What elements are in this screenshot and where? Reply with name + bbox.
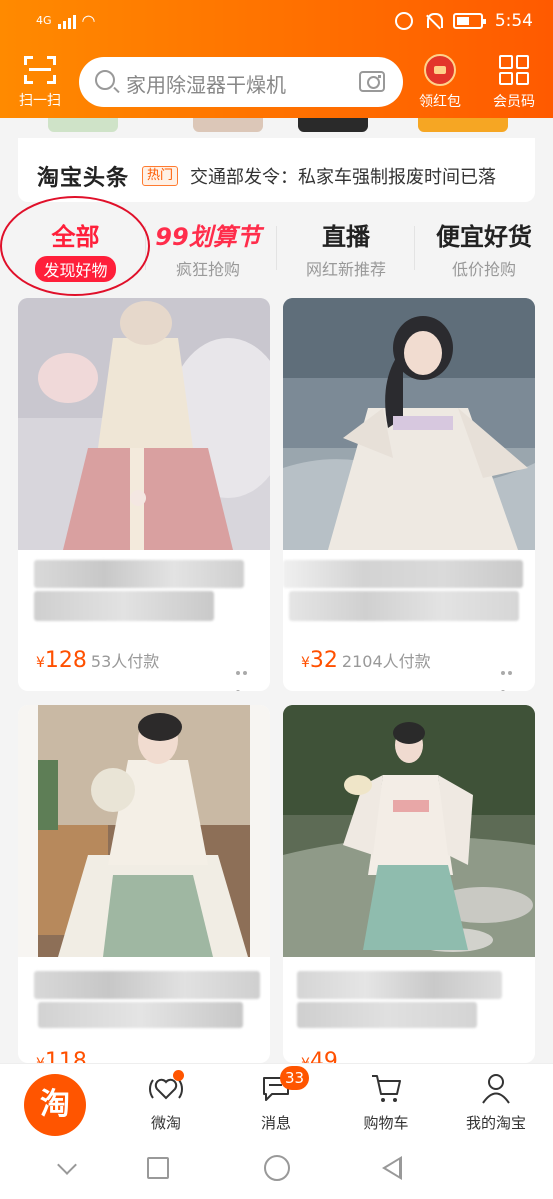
price-value: 128 [44, 648, 87, 673]
price-value: 49 [309, 1049, 338, 1063]
title-blur [283, 560, 523, 588]
product-price: ¥118 [36, 1049, 87, 1063]
product-card[interactable]: ¥118 [18, 705, 270, 1063]
nav-cart[interactable]: 购物车 [341, 1070, 431, 1133]
signal-icon [57, 13, 76, 29]
red-packet-button[interactable]: 领红包 [410, 54, 470, 111]
title-blur [297, 1002, 477, 1028]
battery-icon [452, 13, 486, 29]
recent-apps-icon[interactable] [147, 1157, 169, 1179]
wifi-icon: ◠ [81, 11, 96, 30]
currency: ¥ [36, 655, 45, 671]
red-packet-label: 领红包 [419, 94, 461, 110]
title-blur [34, 591, 214, 621]
currency: ¥ [36, 1056, 45, 1063]
bottom-tab-bar: 淘 微淘 33 消息 购物车 我的淘宝 [0, 1063, 553, 1143]
price-value: 32 [309, 648, 338, 673]
headline-logo: 淘宝头条 [37, 166, 130, 191]
hot-tag: 热门 [142, 166, 179, 186]
tab-99-sale[interactable]: 99划算节 疯狂抢购 [152, 210, 264, 285]
nav-label: 我的淘宝 [465, 1114, 526, 1132]
product-card[interactable]: ¥49 [283, 705, 535, 1063]
tab-title: 便宜好货 [436, 223, 532, 251]
tab-title: 99划算节 [155, 223, 261, 251]
scan-icon [24, 56, 56, 84]
tab-subtitle: 疯狂抢购 [175, 260, 240, 279]
product-price: ¥49 [301, 1049, 338, 1063]
currency: ¥ [301, 1056, 310, 1063]
sold-count: 2104人付款 [341, 652, 431, 671]
nav-label: 微淘 [150, 1114, 181, 1132]
tab-cheap-goods[interactable]: 便宜好货 低价抢购 [421, 210, 547, 285]
message-icon: 33 [258, 1066, 310, 1106]
title-blur [289, 591, 519, 621]
system-nav-bar [0, 1143, 553, 1199]
nav-label: 消息 [260, 1114, 291, 1132]
member-code-label: 会员码 [493, 94, 535, 110]
product-price: ¥128 53人付款 [36, 648, 159, 673]
title-blur [34, 971, 260, 999]
member-code-button[interactable]: 会员码 [485, 54, 543, 111]
notification-dot [173, 1070, 184, 1081]
nav-weitao[interactable]: 微淘 [121, 1070, 211, 1133]
title-blur [38, 1002, 243, 1028]
alarm-icon [394, 12, 413, 30]
top-header: 4G ◠ 5:54 扫一扫 家用除湿器干燥机 领红包 会员码 [0, 0, 553, 118]
member-code-icon [499, 55, 529, 85]
collapse-chevron-icon[interactable] [57, 1155, 77, 1175]
search-icon [95, 70, 115, 90]
back-triangle-icon[interactable] [382, 1156, 402, 1180]
weitao-heart-icon [148, 1070, 184, 1106]
tab-title: 直播 [322, 223, 370, 251]
scan-label: 扫一扫 [19, 93, 61, 109]
nav-my-taobao[interactable]: 我的淘宝 [451, 1070, 541, 1133]
product-image[interactable] [283, 705, 535, 957]
more-dots-icon[interactable] [236, 660, 256, 691]
scan-button[interactable]: 扫一扫 [12, 54, 68, 110]
search-input[interactable]: 家用除湿器干燥机 [79, 57, 403, 107]
message-count-badge: 33 [280, 1066, 310, 1090]
nav-label: 购物车 [363, 1114, 409, 1132]
tab-subtitle: 网红新推荐 [305, 260, 386, 279]
home-circle-icon[interactable] [264, 1155, 290, 1181]
nav-messages[interactable]: 33 消息 [231, 1066, 321, 1133]
price-value: 118 [44, 1049, 87, 1063]
network-type: 4G [36, 14, 52, 27]
title-blur [297, 971, 502, 999]
red-packet-icon [424, 54, 456, 86]
home-taobao-logo-button[interactable]: 淘 [24, 1074, 86, 1136]
status-bar: 4G ◠ 5:54 [0, 0, 553, 44]
tab-subtitle: 低价抢购 [451, 260, 516, 279]
search-placeholder: 家用除湿器干燥机 [126, 73, 286, 97]
title-blur [34, 560, 244, 588]
red-annotation-circle [0, 196, 150, 296]
currency: ¥ [301, 655, 310, 671]
cart-icon [368, 1070, 404, 1106]
mute-bell-icon [425, 12, 443, 30]
product-image[interactable] [18, 298, 270, 550]
status-time: 5:54 [494, 11, 533, 31]
banner-remnant[interactable] [18, 118, 535, 138]
product-card[interactable]: ¥128 53人付款 [18, 298, 270, 691]
user-icon [478, 1070, 514, 1106]
taobao-headline-bar[interactable]: 淘宝头条 热门 交通部发令：私家车强制报废时间已落 [18, 138, 535, 202]
product-image[interactable] [18, 705, 270, 957]
product-card[interactable]: ¥32 2104人付款 [283, 298, 535, 691]
tab-divider [276, 226, 277, 270]
camera-icon[interactable] [359, 71, 385, 92]
tab-divider [414, 226, 415, 270]
more-dots-icon[interactable] [501, 660, 521, 691]
sold-count: 53人付款 [90, 652, 160, 671]
headline-text[interactable]: 交通部发令：私家车强制报废时间已落 [190, 163, 530, 189]
product-price: ¥32 2104人付款 [301, 648, 431, 673]
product-image[interactable] [283, 298, 535, 550]
tab-live[interactable]: 直播 网红新推荐 [285, 210, 407, 285]
